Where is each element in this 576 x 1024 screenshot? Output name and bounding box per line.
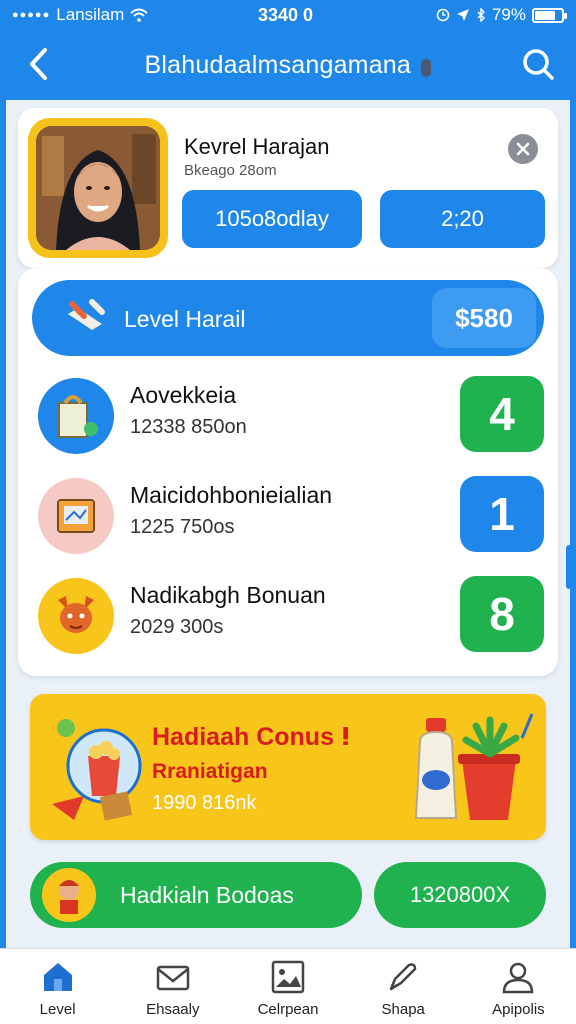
item-title: Aovekkeia <box>130 382 237 408</box>
tab-label: Shapa <box>381 1001 425 1018</box>
creature-icon <box>38 578 114 654</box>
level-value: $580 <box>432 288 536 348</box>
app-header: Blahudaalmsangamana <box>0 32 576 98</box>
chevron-left-icon <box>30 48 47 80</box>
pen-icon <box>389 963 417 991</box>
bottle-plant-icon <box>414 713 534 820</box>
list-item[interactable]: Aovekkeia 12338 850on 4 <box>36 368 544 460</box>
tab-label: Ehsaaly <box>146 1001 200 1018</box>
profile-card: Kevrel Harajan Bkeago 28om 105o8odlay 2;… <box>18 108 558 268</box>
bonus-subtitle: Rraniatigan <box>152 760 268 783</box>
bonus-banner[interactable]: Hadiaah Conus ⵑ Rraniatigan 1990 816nk <box>30 694 546 840</box>
popcorn-icon <box>52 719 142 821</box>
primary-action-button[interactable]: Hadkialn Bodoas <box>30 862 362 928</box>
secondary-action-button[interactable]: 1320800X <box>374 862 546 928</box>
location-icon <box>456 9 469 21</box>
level-label: Level Harail <box>124 306 246 332</box>
image-icon <box>271 960 305 994</box>
stat-button-right[interactable]: 2;20 <box>380 190 545 248</box>
avatar-frame <box>28 118 168 258</box>
wifi-icon <box>130 8 148 22</box>
battery-percent: 79% <box>491 5 526 24</box>
user-icon <box>503 962 534 994</box>
item-subtitle: 2029 300s <box>130 616 224 638</box>
item-count-badge[interactable]: 4 <box>460 376 544 452</box>
close-button[interactable] <box>508 134 538 164</box>
item-title: Maicidohbonieialian <box>130 482 333 508</box>
home-icon <box>43 963 72 991</box>
right-edge <box>570 100 576 948</box>
tab-label: Apipolis <box>492 1001 545 1018</box>
stat-button-left[interactable]: 105o8odlay <box>182 190 362 248</box>
page-title: Blahudaalmsangamana <box>144 50 412 79</box>
alarm-icon <box>436 8 450 22</box>
item-count-badge[interactable]: 1 <box>460 476 544 552</box>
status-time: 3340 0 <box>258 4 314 25</box>
tab-apipolis[interactable]: Apipolis <box>461 949 576 1024</box>
tab-label: Celrpean <box>257 1001 319 1018</box>
list-card: Level Harail $580 Aovekkeia 12338 850on … <box>18 268 558 676</box>
item-count-badge[interactable]: 8 <box>460 576 544 652</box>
list-item[interactable]: Maicidohbonieialian 1225 750os 1 <box>36 468 544 560</box>
list-item[interactable]: Nadikabgh Bonuan 2029 300s 8 <box>36 568 544 660</box>
status-bar: ●●●●● Lansilam 3340 0 79% <box>0 0 576 30</box>
tab-label: Level <box>39 1001 76 1018</box>
profile-name: Kevrel Harajan <box>184 134 330 159</box>
bluetooth-icon <box>477 8 485 22</box>
close-icon <box>516 142 530 156</box>
tab-ehsaaly[interactable]: Ehsaaly <box>115 949 230 1024</box>
search-button[interactable] <box>518 44 558 84</box>
level-bar[interactable]: Level Harail $580 <box>32 280 544 356</box>
battery-icon <box>532 7 567 23</box>
left-edge <box>0 100 6 948</box>
mascot-icon <box>42 868 96 922</box>
primary-action-label: Hadkialn Bodoas <box>120 881 294 908</box>
tab-celrpean[interactable]: Celrpean <box>230 949 345 1024</box>
avatar <box>36 126 160 250</box>
shopping-bag-icon <box>38 378 114 454</box>
mail-icon <box>156 965 190 991</box>
carrier-label: Lansilam <box>56 5 125 24</box>
ticket-icon <box>68 299 105 330</box>
search-icon <box>523 49 554 80</box>
pin-icon: ⵑ <box>340 723 351 751</box>
signal-icon: ●●●●● <box>12 9 51 21</box>
back-button[interactable] <box>18 44 58 84</box>
tab-level[interactable]: Level <box>0 949 115 1024</box>
tab-shapa[interactable]: Shapa <box>346 949 461 1024</box>
tab-bar: Level Ehsaaly Celrpean Shapa Apipolis <box>0 948 576 1024</box>
profile-subtitle: Bkeago 28om <box>184 162 277 179</box>
item-title: Nadikabgh Bonuan <box>130 582 326 608</box>
item-subtitle: 12338 850on <box>130 416 247 438</box>
scrollbar[interactable] <box>566 545 572 589</box>
bonus-title: Hadiaah Conus ⵑ <box>152 723 351 751</box>
bonus-value: 1990 816nk <box>152 792 257 814</box>
mic-icon <box>421 59 432 78</box>
folder-icon <box>38 478 114 554</box>
item-subtitle: 1225 750os <box>130 516 235 538</box>
